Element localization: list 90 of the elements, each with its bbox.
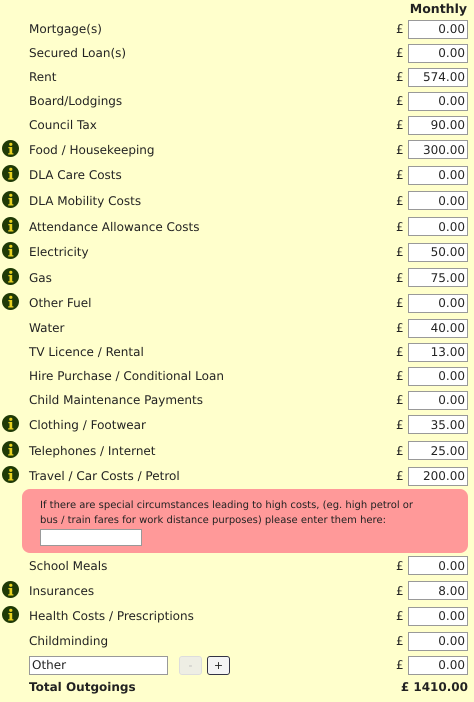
expense-label: Electricity (29, 245, 90, 260)
currency-symbol: £ (396, 94, 405, 108)
amount-field[interactable]: 0.00 (408, 20, 468, 38)
info-icon[interactable] (2, 140, 19, 157)
expense-label: DLA Care Costs (29, 168, 123, 182)
info-icon[interactable] (2, 190, 19, 208)
expense-label: Hire Purchase / Conditional Loan (29, 369, 225, 384)
expense-label: Gas (29, 270, 53, 285)
name-field[interactable]: Other (29, 656, 168, 675)
expense-label: Other Fuel (29, 296, 92, 310)
currency-symbol: £ (396, 22, 405, 36)
currency-symbol: £ (396, 296, 405, 310)
info-icon[interactable] (2, 466, 19, 484)
expense-label: School Meals (29, 558, 108, 573)
total-label: Total Outgoings (29, 680, 137, 694)
amount-field[interactable]: 0.00 (408, 217, 468, 236)
currency-symbol: £ (396, 321, 405, 336)
column-heading: Monthly (410, 1, 467, 16)
amount-field[interactable]: 13.00 (408, 342, 468, 362)
amount-field[interactable]: 200.00 (408, 466, 468, 486)
currency-symbol: £ (396, 658, 405, 672)
input-field[interactable] (40, 528, 142, 546)
amount-field[interactable]: 0.00 (408, 191, 468, 210)
currency-symbol: £ (396, 444, 405, 458)
amount-field[interactable]: 8.00 (408, 581, 468, 600)
amount-field[interactable]: 0.00 (408, 44, 468, 62)
expense-label: Attendance Allowance Costs (29, 220, 200, 234)
amount-field[interactable]: 0.00 (408, 632, 468, 651)
expense-label: Health Costs / Prescriptions (29, 609, 195, 624)
amount-field[interactable]: 0.00 (408, 390, 468, 410)
total-amount: £ 1410.00 (400, 680, 468, 694)
expense-label: Water (29, 321, 66, 336)
amount-field[interactable]: 50.00 (408, 242, 468, 262)
currency-symbol: £ (396, 270, 405, 285)
info-icon[interactable] (2, 216, 19, 234)
currency-symbol: £ (396, 634, 405, 648)
currency-symbol: £ (396, 469, 405, 484)
expense-label: Child Maintenance Payments (29, 393, 204, 408)
amount-field[interactable]: 25.00 (408, 441, 468, 460)
amount-field[interactable]: 0.00 (408, 656, 468, 675)
currency-symbol: £ (396, 558, 405, 573)
info-icon[interactable] (2, 440, 19, 458)
amount-field[interactable]: 40.00 (408, 318, 468, 338)
currency-symbol: £ (396, 609, 405, 624)
expense-label: TV Licence / Rental (29, 345, 145, 360)
currency-symbol: £ (396, 369, 405, 384)
currency-symbol: £ (396, 194, 405, 208)
amount-field[interactable]: 35.00 (408, 415, 468, 434)
info-icon[interactable] (2, 268, 19, 285)
expense-label: Council Tax (29, 118, 98, 132)
expense-label: Food / Housekeeping (29, 142, 156, 157)
expense-label: Clothing / Footwear (29, 418, 147, 432)
currency-symbol: £ (396, 142, 405, 157)
amount-field[interactable]: 574.00 (408, 68, 468, 86)
currency-symbol: £ (396, 393, 405, 408)
expense-label: Childminding (29, 634, 110, 648)
expense-label: Secured Loan(s) (29, 46, 128, 60)
currency-symbol: £ (396, 345, 405, 360)
info-icon[interactable] (2, 293, 19, 310)
currency-symbol: £ (396, 220, 405, 234)
expense-label: Telephones / Internet (29, 444, 157, 458)
info-icon[interactable] (2, 580, 19, 598)
amount-field[interactable]: 90.00 (408, 116, 468, 134)
currency-symbol: £ (396, 46, 405, 60)
expense-label: DLA Mobility Costs (29, 194, 142, 208)
amount-field[interactable]: 300.00 (408, 140, 468, 160)
amount-field[interactable]: 0.00 (408, 92, 468, 110)
amount-field[interactable]: 0.00 (408, 606, 468, 626)
info-icon[interactable] (2, 414, 19, 432)
currency-symbol: £ (396, 70, 405, 84)
amount-field[interactable]: 75.00 (408, 268, 468, 288)
amount-field[interactable]: 0.00 (408, 556, 468, 576)
expense-label: Travel / Car Costs / Petrol (29, 469, 181, 484)
currency-symbol: £ (396, 245, 405, 260)
currency-symbol: £ (396, 584, 405, 598)
amount-field[interactable]: 0.00 (408, 366, 468, 386)
info-icon[interactable] (2, 165, 19, 182)
expense-label: Mortgage(s) (29, 22, 103, 36)
add-button[interactable]: + (207, 656, 230, 675)
info-icon[interactable] (2, 606, 19, 624)
amount-field[interactable]: 0.00 (408, 294, 468, 313)
info-icon[interactable] (2, 242, 19, 260)
expense-label: Insurances (29, 584, 96, 598)
expense-label: Rent (29, 70, 58, 84)
currency-symbol: £ (396, 118, 405, 132)
amount-field[interactable]: 0.00 (408, 166, 468, 185)
currency-symbol: £ (396, 168, 405, 182)
note-text: If there are special circumstances leading to high costs, (eg. high petrol or bus / train fares for work distance purposes) please enter them here: (40, 498, 414, 528)
expense-label: Board/Lodgings (29, 94, 124, 108)
currency-symbol: £ (396, 418, 405, 432)
